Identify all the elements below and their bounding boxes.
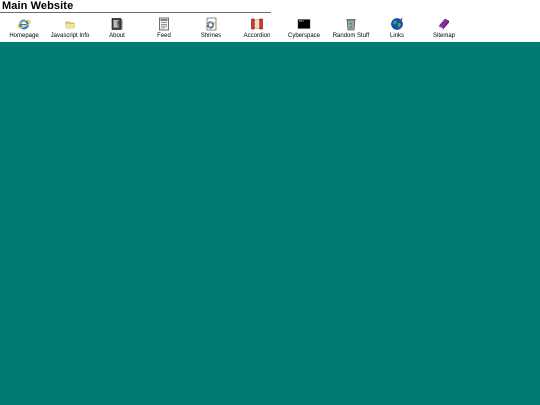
globe-icon <box>391 18 403 30</box>
shrine-page-icon <box>205 17 217 31</box>
recycle-bin-icon <box>346 19 356 31</box>
page-title: Main Website <box>2 0 74 12</box>
accordion-icon <box>251 18 263 30</box>
internet-explorer-icon <box>17 19 31 30</box>
terminal-icon <box>297 19 311 29</box>
title-divider <box>0 12 271 13</box>
folder-icon <box>65 21 75 29</box>
document-icon <box>159 17 169 31</box>
about-book-icon: ? <box>111 18 123 30</box>
purple-book-icon <box>438 18 450 30</box>
nav-label: Sitemap <box>432 33 455 39</box>
svg-text:?: ? <box>116 21 119 28</box>
nav-item-sitemap[interactable]: Sitemap <box>414 15 474 41</box>
desktop-background <box>0 42 540 405</box>
top-bar: Main Website Homepage Javascript Info ? … <box>0 0 540 42</box>
